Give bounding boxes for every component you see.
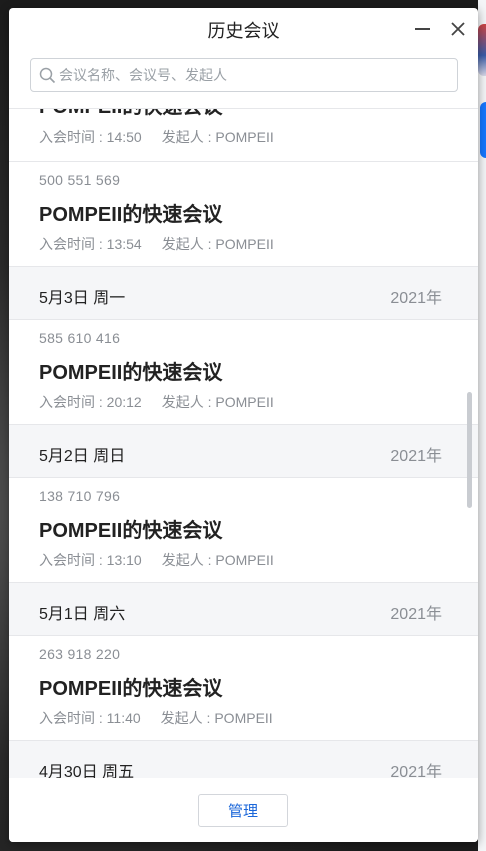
group-date: 5月3日 周一 (39, 290, 126, 307)
initiator-label: 发起人 : (161, 236, 216, 252)
meeting-item[interactable]: 263 918 220 POMPEII的快速会议 入会时间 : 11:40 发起人… (9, 636, 478, 741)
meeting-title: POMPEII的快速会议 (39, 109, 222, 119)
meeting-title: POMPEII的快速会议 (39, 362, 223, 384)
minimize-icon (414, 28, 430, 30)
meeting-meta: 入会时间 : 13:54 发起人 : POMPEII (39, 234, 274, 254)
initiator: POMPEII (215, 129, 274, 145)
history-meetings-window: 历史会议 POMPEII的快速会议 入会时间 : 14:50 发起人 : POMP… (9, 8, 478, 842)
meeting-id: 263 918 220 (39, 646, 121, 662)
meeting-meta: 入会时间 : 20:12 发起人 : POMPEII (39, 392, 274, 412)
meeting-item[interactable]: POMPEII的快速会议 入会时间 : 14:50 发起人 : POMPEII (9, 109, 478, 162)
close-button[interactable] (445, 16, 471, 42)
date-group-header: 5月1日 周六 2021年 (9, 583, 478, 636)
initiator: POMPEII (215, 552, 274, 568)
meeting-meta: 入会时间 : 13:10 发起人 : POMPEII (39, 550, 274, 570)
initiator-label: 发起人 : (161, 129, 216, 145)
date-group-header: 4月30日 周五 2021年 (9, 741, 478, 778)
meeting-meta: 入会时间 : 11:40 发起人 : POMPEII (39, 708, 273, 728)
avatar (478, 24, 486, 76)
meeting-title: POMPEII的快速会议 (39, 678, 223, 700)
meeting-meta: 入会时间 : 14:50 发起人 : POMPEII (39, 127, 274, 147)
join-time: 14:50 (106, 129, 142, 145)
initiator: POMPEII (215, 236, 274, 252)
join-time-label: 入会时间 : (39, 394, 107, 410)
search-box[interactable] (30, 58, 458, 92)
meeting-title: POMPEII的快速会议 (39, 204, 223, 226)
join-time: 11:40 (106, 710, 141, 726)
background-button (480, 102, 486, 158)
group-year: 2021年 (390, 290, 442, 307)
group-date: 4月30日 周五 (39, 764, 135, 778)
scrollbar-thumb[interactable] (467, 392, 472, 508)
search-input[interactable] (59, 59, 449, 91)
group-date: 5月1日 周六 (39, 606, 126, 623)
footer: 管理 (9, 778, 478, 842)
meeting-id: 585 610 416 (39, 330, 121, 346)
search-icon (39, 67, 56, 84)
join-time-label: 入会时间 : (39, 552, 107, 568)
window-title: 历史会议 (207, 21, 280, 41)
join-time: 13:10 (106, 552, 142, 568)
initiator-label: 发起人 : (161, 394, 216, 410)
initiator-label: 发起人 : (160, 710, 215, 726)
meeting-id: 500 551 569 (39, 172, 121, 188)
join-time-label: 入会时间 : (39, 236, 107, 252)
date-group-header: 5月2日 周日 2021年 (9, 425, 478, 478)
join-time: 13:54 (106, 236, 142, 252)
meeting-item[interactable]: 138 710 796 POMPEII的快速会议 入会时间 : 13:10 发起人… (9, 478, 478, 583)
meeting-item[interactable]: 500 551 569 POMPEII的快速会议 入会时间 : 13:54 发起人… (9, 162, 478, 267)
manage-button[interactable]: 管理 (198, 794, 288, 827)
group-year: 2021年 (390, 764, 442, 778)
background-window-edge (478, 0, 486, 851)
initiator: POMPEII (214, 710, 273, 726)
join-time-label: 入会时间 : (39, 129, 107, 145)
date-group-header: 5月3日 周一 2021年 (9, 267, 478, 320)
meeting-list[interactable]: POMPEII的快速会议 入会时间 : 14:50 发起人 : POMPEII 5… (9, 108, 478, 778)
join-time: 20:12 (106, 394, 142, 410)
minimize-button[interactable] (409, 16, 435, 42)
initiator-label: 发起人 : (161, 552, 216, 568)
meeting-item[interactable]: 585 610 416 POMPEII的快速会议 入会时间 : 20:12 发起人… (9, 320, 478, 425)
group-date: 5月2日 周日 (39, 448, 126, 465)
group-year: 2021年 (390, 448, 442, 465)
close-icon (451, 22, 465, 36)
join-time-label: 入会时间 : (39, 710, 107, 726)
meeting-title: POMPEII的快速会议 (39, 520, 223, 542)
group-year: 2021年 (390, 606, 442, 623)
title-bar: 历史会议 (9, 8, 478, 50)
meeting-id: 138 710 796 (39, 488, 121, 504)
initiator: POMPEII (215, 394, 274, 410)
